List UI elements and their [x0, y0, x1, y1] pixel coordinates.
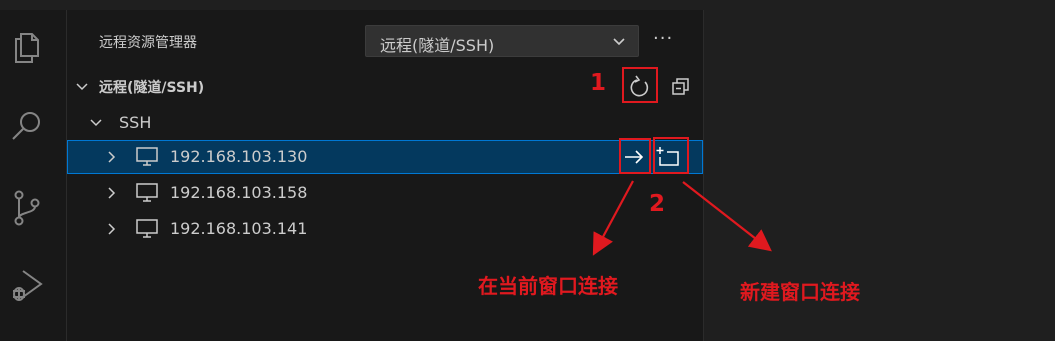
annotation-connect-new-label: 新建窗口连接 [740, 280, 860, 304]
annotation-connect-current-label: 在当前窗口连接 [478, 274, 618, 298]
